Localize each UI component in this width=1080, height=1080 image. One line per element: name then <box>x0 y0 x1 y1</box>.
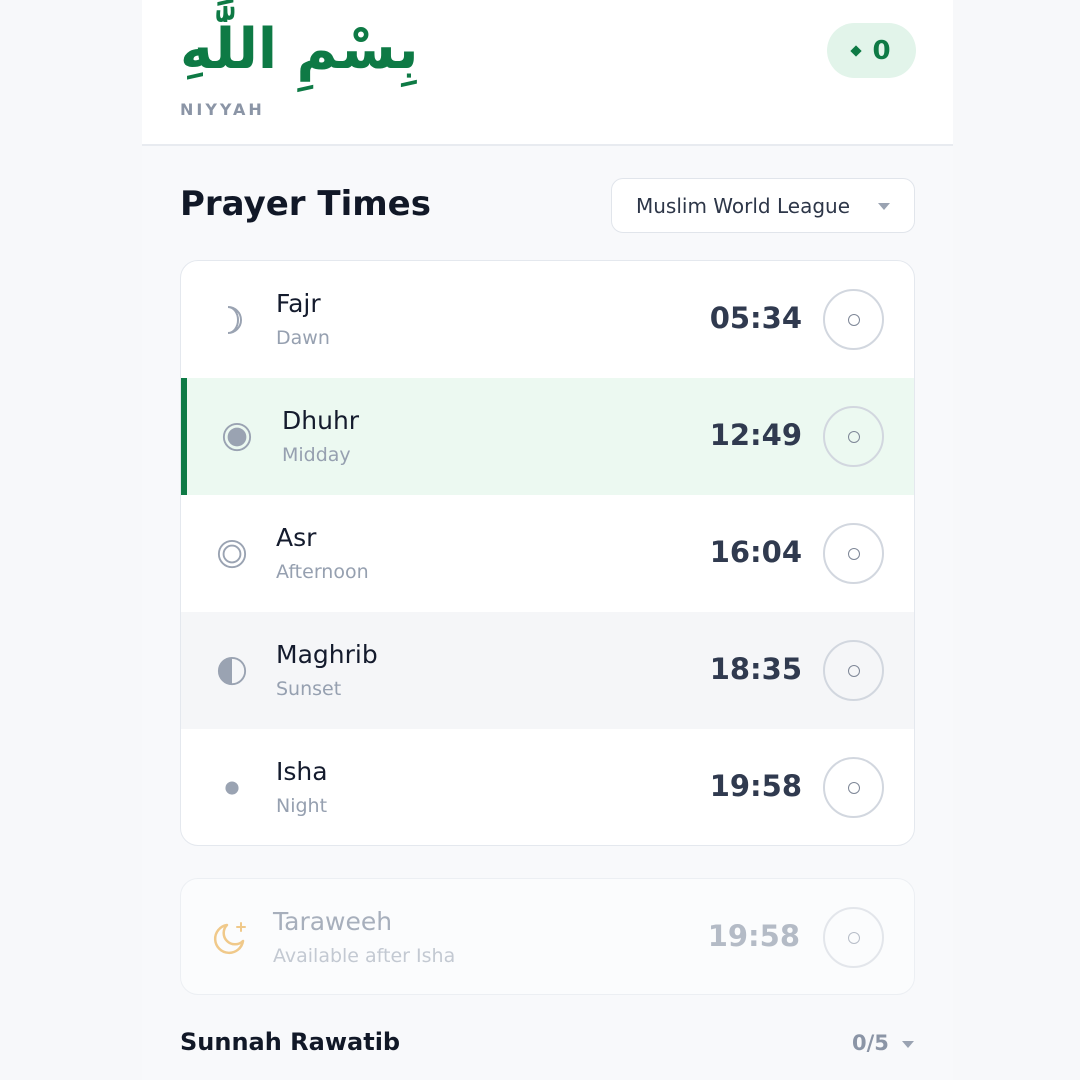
prayer-time: 12:49 <box>709 418 802 452</box>
chevron-down-icon[interactable] <box>902 1041 914 1048</box>
prayer-row-asr[interactable]: Asr Afternoon 16:04 <box>181 495 914 612</box>
mark-prayed-button[interactable] <box>823 523 884 584</box>
half-moon-icon <box>217 656 247 686</box>
mark-taraweeh-button <box>823 907 884 968</box>
taraweeh-name: Taraweeh <box>273 907 393 936</box>
calculation-method-value: Muslim World League <box>636 193 851 218</box>
sun-full-icon <box>222 422 252 452</box>
app-header: بِسْمِ اللَّٰهِ NIYYAH 0 <box>142 0 953 146</box>
dot-icon <box>217 773 247 803</box>
prayer-row-dhuhr[interactable]: Dhuhr Midday 12:49 <box>181 378 914 495</box>
prayer-name: Fajr <box>276 289 321 318</box>
logo-arabic: بِسْمِ اللَّٰهِ <box>180 17 419 82</box>
mark-prayed-button[interactable] <box>823 289 884 350</box>
prayer-row-isha[interactable]: Isha Night 19:58 <box>181 729 914 845</box>
taraweeh-card: Taraweeh Available after Isha 19:58 <box>180 878 915 995</box>
empty-circle-icon <box>847 931 860 944</box>
prayer-subtitle: Sunset <box>276 678 342 700</box>
prayer-subtitle: Afternoon <box>276 561 369 583</box>
app-page: بِسْمِ اللَّٰهِ NIYYAH 0 Prayer Times Mu… <box>142 0 953 1080</box>
logo-text: NIYYAH <box>180 100 265 119</box>
chevron-down-icon <box>878 203 890 210</box>
sunnah-rawatib-title[interactable]: Sunnah Rawatib <box>180 1028 400 1056</box>
prayer-list-card: Fajr Dawn 05:34 Dhuhr Midday 12:49 Asr A… <box>180 260 915 846</box>
empty-circle-icon <box>847 664 860 677</box>
page-title: Prayer Times <box>180 184 431 224</box>
score-value: 0 <box>872 35 891 66</box>
empty-circle-icon <box>847 430 860 443</box>
prayer-name: Dhuhr <box>282 406 360 435</box>
prayer-name: Maghrib <box>276 640 378 669</box>
prayer-row-fajr[interactable]: Fajr Dawn 05:34 <box>181 261 914 378</box>
mark-prayed-button[interactable] <box>823 640 884 701</box>
prayer-name: Asr <box>276 523 317 552</box>
prayer-subtitle: Night <box>276 795 328 817</box>
prayer-time: 18:35 <box>709 652 802 686</box>
taraweeh-subtitle: Available after Isha <box>273 945 456 967</box>
crescent-moon-icon <box>217 305 247 335</box>
sunnah-rawatib-count[interactable]: 0/5 <box>852 1031 889 1055</box>
empty-circle-icon <box>847 781 860 794</box>
score-badge[interactable]: 0 <box>827 23 916 78</box>
prayer-time: 19:58 <box>709 769 802 803</box>
mark-prayed-button[interactable] <box>823 406 884 467</box>
prayer-row-maghrib[interactable]: Maghrib Sunset 18:35 <box>181 612 914 729</box>
prayer-time: 05:34 <box>709 301 802 335</box>
empty-circle-icon <box>847 313 860 326</box>
calculation-method-select[interactable]: Muslim World League <box>611 178 915 233</box>
sun-ring-icon <box>217 539 247 569</box>
empty-circle-icon <box>847 547 860 560</box>
taraweeh-time: 19:58 <box>707 919 800 953</box>
prayer-name: Isha <box>276 757 328 786</box>
prayer-time: 16:04 <box>709 535 802 569</box>
mark-prayed-button[interactable] <box>823 757 884 818</box>
diamond-icon <box>850 44 863 57</box>
prayer-subtitle: Midday <box>282 444 351 466</box>
prayer-subtitle: Dawn <box>276 327 330 349</box>
moon-star-icon <box>213 919 249 955</box>
